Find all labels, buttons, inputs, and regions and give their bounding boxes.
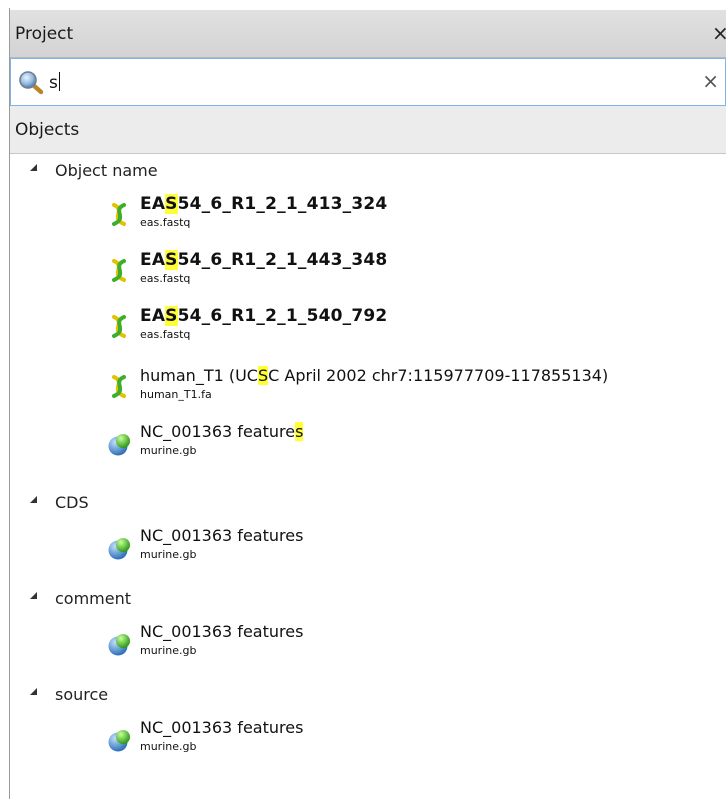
tree-item[interactable]: EAS54_6_R1_2_1_413_324 eas.fastq — [10, 190, 726, 246]
tree-item[interactable]: EAS54_6_R1_2_1_540_792 eas.fastq — [10, 302, 726, 358]
close-panel-icon[interactable]: × — [712, 22, 726, 44]
match-highlight: S — [165, 306, 178, 326]
item-file: murine.gb — [140, 548, 197, 561]
annotation-table-icon — [108, 730, 130, 752]
objects-tree: Object name EAS54_6_R1_2_1_413_324 eas.f… — [10, 154, 726, 799]
match-highlight: s — [295, 422, 304, 441]
match-highlight: S — [257, 366, 269, 385]
search-magnifier-icon — [19, 71, 44, 95]
match-highlight: S — [165, 250, 178, 270]
window-top-strip — [0, 0, 726, 8]
tree-item[interactable]: NC_001363 features murine.gb — [10, 418, 726, 474]
expand-arrow-icon[interactable] — [30, 496, 37, 503]
annotation-table-icon — [108, 634, 130, 656]
tree-group-source[interactable]: source — [10, 678, 726, 714]
item-name: NC_001363 features — [140, 422, 304, 441]
annotation-table-icon — [108, 538, 130, 560]
item-file: eas.fastq — [140, 216, 191, 229]
project-panel-header: Project × — [10, 10, 726, 58]
item-file: murine.gb — [140, 740, 197, 753]
sequence-icon — [112, 259, 126, 282]
tree-item[interactable]: NC_001363 features murine.gb — [10, 522, 726, 578]
sequence-icon — [112, 375, 126, 398]
group-label: CDS — [55, 493, 89, 512]
search-field[interactable]: s × — [10, 58, 726, 106]
item-name: NC_001363 features — [140, 622, 304, 641]
tree-group-comment[interactable]: comment — [10, 582, 726, 618]
tree-item[interactable]: EAS54_6_R1_2_1_443_348 eas.fastq — [10, 246, 726, 302]
group-label: Object name — [55, 161, 158, 180]
expand-arrow-icon[interactable] — [30, 688, 37, 695]
search-input[interactable]: s — [49, 72, 60, 93]
item-file: human_T1.fa — [140, 388, 212, 401]
item-name: EAS54_6_R1_2_1_413_324 — [140, 194, 388, 214]
item-name: NC_001363 features — [140, 718, 304, 737]
item-name: EAS54_6_R1_2_1_443_348 — [140, 250, 388, 270]
group-label: source — [55, 685, 109, 704]
item-file: eas.fastq — [140, 272, 191, 285]
expand-arrow-icon[interactable] — [30, 592, 37, 599]
item-name: human_T1 (UCSC April 2002 chr7:115977709… — [140, 366, 609, 385]
clear-search-icon[interactable]: × — [702, 70, 719, 92]
annotation-table-icon — [108, 434, 130, 456]
text-caret — [58, 72, 60, 91]
expand-arrow-icon[interactable] — [30, 164, 37, 171]
sequence-icon — [112, 315, 126, 338]
item-file: eas.fastq — [140, 328, 191, 341]
tree-item[interactable]: NC_001363 features murine.gb — [10, 618, 726, 674]
match-highlight: S — [165, 194, 178, 214]
section-title: Objects — [15, 120, 80, 140]
panel-title: Project — [15, 24, 74, 44]
item-file: murine.gb — [140, 644, 197, 657]
item-name: EAS54_6_R1_2_1_540_792 — [140, 306, 388, 326]
tree-group-object-name[interactable]: Object name — [10, 154, 726, 190]
group-label: comment — [55, 589, 132, 608]
item-file: murine.gb — [140, 444, 197, 457]
sequence-icon — [112, 203, 126, 226]
objects-section-header: Objects — [10, 106, 726, 154]
item-name: NC_001363 features — [140, 526, 304, 545]
tree-item[interactable]: human_T1 (UCSC April 2002 chr7:115977709… — [10, 362, 726, 418]
tree-group-cds[interactable]: CDS — [10, 486, 726, 522]
tree-item[interactable]: NC_001363 features murine.gb — [10, 714, 726, 770]
